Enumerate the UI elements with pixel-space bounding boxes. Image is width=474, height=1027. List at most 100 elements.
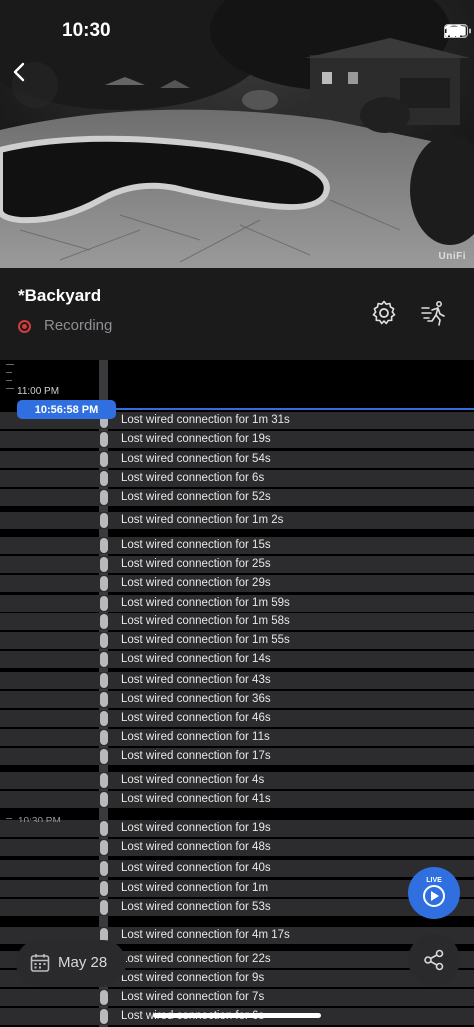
event-segment bbox=[100, 821, 108, 836]
event-row[interactable]: Lost wired connection for 1m 58s bbox=[0, 613, 474, 630]
ruler-tick bbox=[6, 380, 12, 381]
motion-icon bbox=[421, 301, 445, 326]
event-label: Lost wired connection for 43s bbox=[121, 674, 271, 686]
ruler-tick bbox=[6, 364, 14, 365]
event-label: Lost wired connection for 54s bbox=[121, 453, 271, 465]
event-label: Lost wired connection for 1m 55s bbox=[121, 634, 290, 646]
event-row[interactable]: Lost wired connection for 15s bbox=[0, 537, 474, 554]
event-segment bbox=[100, 1009, 108, 1024]
event-label: Lost wired connection for 4m 17s bbox=[121, 929, 290, 941]
event-row[interactable]: Lost wired connection for 11s bbox=[0, 729, 474, 746]
time-label-1030pm: 10:30 PM bbox=[18, 816, 61, 822]
event-label: Lost wired connection for 1m 2s bbox=[121, 514, 284, 526]
event-row[interactable]: Lost wired connection for 46s bbox=[0, 710, 474, 727]
event-segment bbox=[100, 990, 108, 1005]
time-label-11pm: 11:00 PM bbox=[17, 386, 60, 397]
date-label: May 28 bbox=[58, 954, 108, 971]
event-row[interactable]: Lost wired connection for 41s bbox=[0, 791, 474, 808]
event-segment bbox=[100, 861, 108, 876]
event-label: Lost wired connection for 19s bbox=[121, 433, 271, 445]
event-row[interactable]: Lost wired connection for 19s bbox=[0, 431, 474, 448]
event-row[interactable]: Lost wired connection for 7s bbox=[0, 989, 474, 1006]
event-label: Lost wired connection for 22s bbox=[121, 953, 271, 965]
motion-detection-button[interactable] bbox=[419, 298, 449, 328]
recording-status: Recording bbox=[44, 317, 113, 334]
playhead-time-badge[interactable]: 10:56:58 PM bbox=[17, 400, 116, 419]
event-segment bbox=[100, 538, 108, 553]
event-segment bbox=[100, 490, 108, 505]
event-row[interactable]: Lost wired connection for 1m 59s bbox=[0, 595, 474, 612]
event-label: Lost wired connection for 53s bbox=[121, 901, 271, 913]
event-segment bbox=[100, 633, 108, 648]
event-segment bbox=[100, 792, 108, 807]
share-button[interactable] bbox=[408, 934, 460, 986]
event-row[interactable]: Lost wired connection for 6s bbox=[0, 470, 474, 487]
event-segment bbox=[100, 900, 108, 915]
recording-icon bbox=[18, 320, 31, 333]
event-row[interactable]: Lost wired connection for 54s bbox=[0, 451, 474, 468]
event-segment bbox=[100, 692, 108, 707]
event-row[interactable]: Lost wired connection for 25s bbox=[0, 556, 474, 573]
status-bar: 10:30 bbox=[0, 0, 474, 60]
camera-feed[interactable]: 10:30 UniFi bbox=[0, 0, 474, 268]
event-label: Lost wired connection for 15s bbox=[121, 539, 271, 551]
event-row[interactable]: Lost wired connection for 29s bbox=[0, 575, 474, 592]
event-label: Lost wired connection for 9s bbox=[121, 972, 265, 984]
event-label: Lost wired connection for 48s bbox=[121, 841, 271, 853]
event-row[interactable]: Lost wired connection for 53s bbox=[0, 899, 474, 916]
live-button[interactable]: LIVE bbox=[408, 867, 460, 919]
settings-button[interactable] bbox=[369, 298, 399, 328]
event-segment bbox=[100, 840, 108, 855]
event-row[interactable]: Lost wired connection for 14s bbox=[0, 651, 474, 668]
event-label: Lost wired connection for 14s bbox=[121, 653, 271, 665]
event-segment bbox=[100, 614, 108, 629]
ruler-tick bbox=[6, 818, 12, 819]
event-label: Lost wired connection for 46s bbox=[121, 712, 271, 724]
event-row[interactable]: Lost wired connection for 17s bbox=[0, 748, 474, 765]
camera-name: *Backyard bbox=[18, 286, 102, 305]
event-label: Lost wired connection for 1m 58s bbox=[121, 615, 290, 627]
event-row[interactable]: Lost wired connection for 36s bbox=[0, 691, 474, 708]
event-row[interactable]: Lost wired connection for 19s bbox=[0, 820, 474, 837]
event-row[interactable]: Lost wired connection for 52s bbox=[0, 489, 474, 506]
event-row[interactable]: Lost wired connection for 40s bbox=[0, 860, 474, 877]
play-icon bbox=[423, 885, 445, 907]
timeline[interactable]: Lost wired connection for 1m 31s Lost wir… bbox=[0, 360, 474, 1027]
event-segment bbox=[100, 513, 108, 528]
share-icon bbox=[424, 949, 444, 971]
event-row[interactable]: Lost wired connection for 4s bbox=[0, 772, 474, 789]
event-segment bbox=[100, 881, 108, 896]
status-time: 10:30 bbox=[62, 20, 111, 41]
calendar-icon bbox=[30, 954, 50, 972]
event-label: Lost wired connection for 36s bbox=[121, 693, 271, 705]
event-segment bbox=[100, 596, 108, 611]
event-segment bbox=[100, 711, 108, 726]
ruler-tick bbox=[6, 372, 12, 373]
event-row[interactable]: Lost wired connection for 1m 2s bbox=[0, 512, 474, 529]
event-label: Lost wired connection for 41s bbox=[121, 793, 271, 805]
chevron-left-icon bbox=[13, 62, 25, 82]
ruler-tick bbox=[6, 388, 14, 389]
battery-icon bbox=[444, 24, 471, 38]
event-row[interactable]: Lost wired connection for 48s bbox=[0, 839, 474, 856]
event-label: Lost wired connection for 40s bbox=[121, 862, 271, 874]
event-row[interactable]: Lost wired connection for 43s bbox=[0, 672, 474, 689]
camera-header: *Backyard Recording bbox=[0, 268, 474, 360]
event-label: Lost wired connection for 7s bbox=[121, 991, 265, 1003]
event-segment bbox=[100, 730, 108, 745]
date-picker-button[interactable]: May 28 bbox=[16, 940, 126, 986]
event-label: Lost wired connection for 6s bbox=[121, 472, 265, 484]
event-row[interactable]: Lost wired connection for 1m bbox=[0, 880, 474, 897]
event-row[interactable]: Lost wired connection for 1m 55s bbox=[0, 632, 474, 649]
event-segment bbox=[100, 673, 108, 688]
back-button[interactable] bbox=[12, 62, 58, 108]
event-segment bbox=[100, 576, 108, 591]
playhead-line bbox=[108, 408, 474, 410]
home-indicator bbox=[153, 1013, 321, 1018]
event-label: Lost wired connection for 29s bbox=[121, 577, 271, 589]
event-label: Lost wired connection for 1m 59s bbox=[121, 597, 290, 609]
event-segment bbox=[100, 749, 108, 764]
event-segment bbox=[100, 773, 108, 788]
live-label: LIVE bbox=[426, 877, 442, 884]
event-segment bbox=[100, 432, 108, 447]
